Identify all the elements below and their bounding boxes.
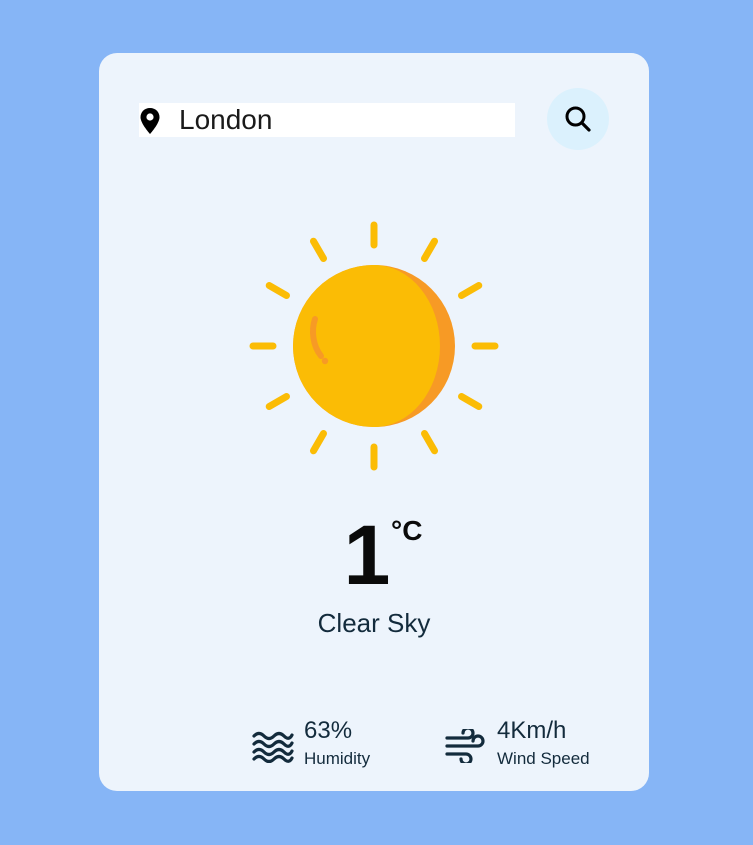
temperature-value: 1: [343, 508, 391, 602]
map-pin-icon: [140, 108, 160, 134]
temperature-unit: °C: [391, 515, 423, 546]
wind-label: Wind Speed: [497, 749, 590, 768]
humidity-value: 63%: [304, 717, 353, 744]
search-icon: [565, 106, 591, 132]
humidity-stat: 63% Humidity: [251, 715, 421, 775]
wind-icon: [445, 729, 485, 763]
waves-icon: [252, 731, 294, 763]
weather-card: 1 °C Clear Sky 63% Humidity 4Km/h Wind S…: [99, 53, 649, 791]
temperature-display: 1 °C: [99, 513, 649, 623]
sun-icon: [249, 221, 499, 471]
search-input[interactable]: [179, 103, 509, 137]
wind-value: 4Km/h: [497, 717, 567, 744]
weather-condition: Clear Sky: [317, 608, 431, 638]
search-box[interactable]: [139, 103, 515, 137]
wind-stat: 4Km/h Wind Speed: [444, 715, 624, 775]
search-button[interactable]: [547, 88, 609, 150]
humidity-label: Humidity: [304, 749, 371, 768]
